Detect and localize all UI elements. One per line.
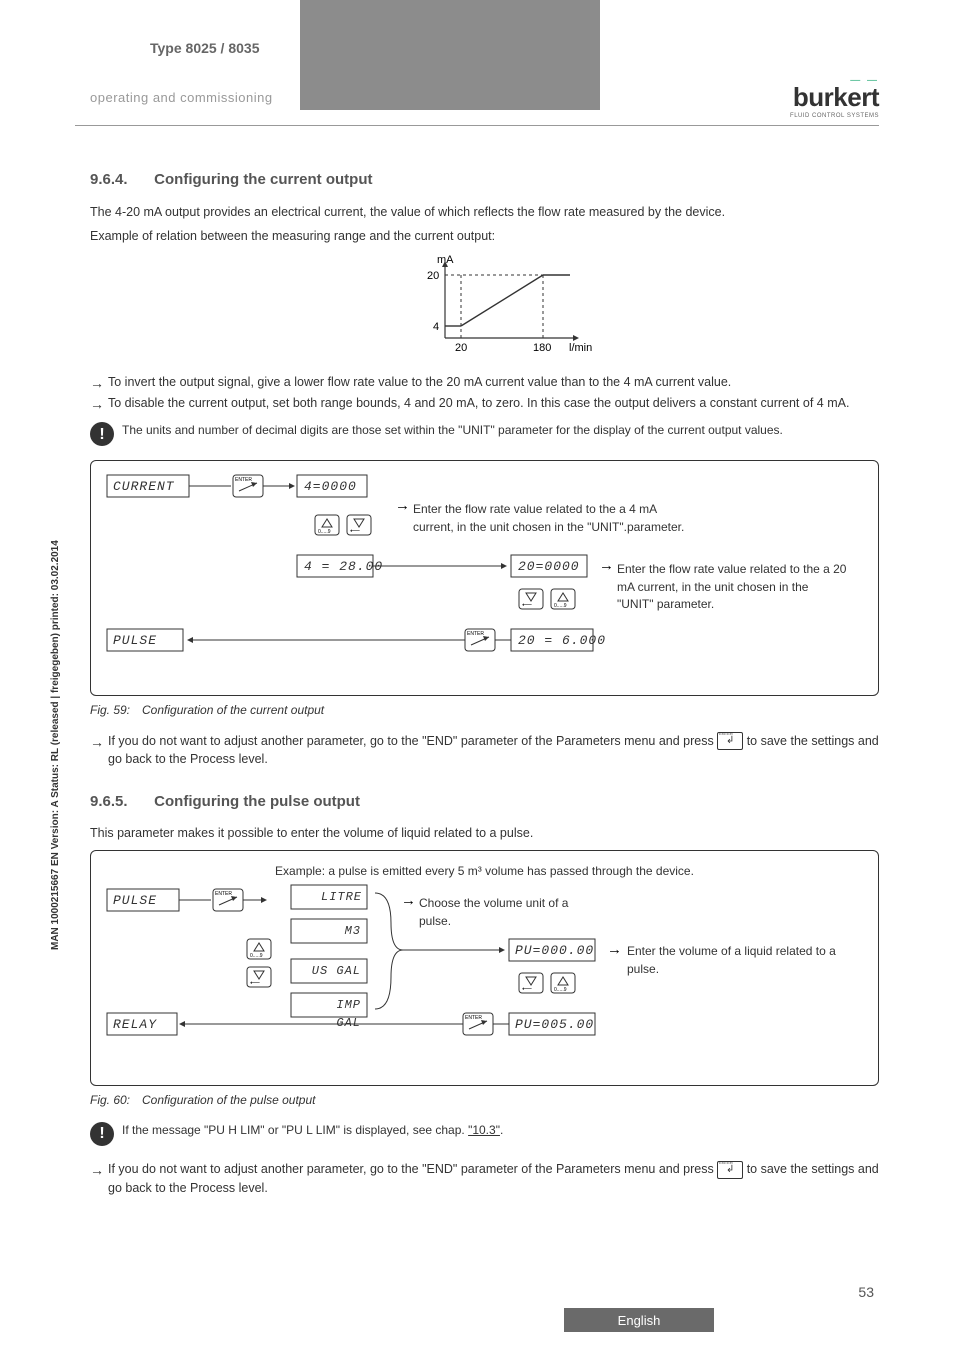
svg-text:→: → bbox=[607, 941, 622, 958]
fig59-flow-diagram: ENTER 0.....9 ⟵ → → bbox=[90, 460, 879, 696]
svg-text:⟵: ⟵ bbox=[522, 602, 532, 609]
fig60-unit-impgal: IMP GAL bbox=[305, 997, 361, 1032]
chap-10-3-link[interactable]: "10.3" bbox=[468, 1123, 500, 1137]
logo-text: burkert bbox=[790, 82, 879, 113]
svg-text:→: → bbox=[599, 557, 614, 574]
fig59-hint1: Enter the flow rate value related to the… bbox=[413, 501, 693, 536]
fig60-flow-diagram: Example: a pulse is emitted every 5 m³ v… bbox=[90, 850, 879, 1086]
fig59-20-6: 20 = 6.000 bbox=[518, 632, 606, 651]
type-title: Type 8025 / 8035 bbox=[150, 40, 259, 56]
svg-text:⟵: ⟵ bbox=[250, 980, 260, 987]
svg-text:0.....9: 0.....9 bbox=[554, 987, 567, 993]
fig59-hint2: Enter the flow rate value related to the… bbox=[617, 561, 847, 613]
header-subtitle: operating and commissioning bbox=[90, 90, 273, 105]
document-meta-sidebar: MAN 1000215667 EN Version: A Status: RL … bbox=[50, 540, 61, 950]
chart-ytick-20: 20 bbox=[427, 270, 439, 282]
fig60-pu-000: PU=000.00 bbox=[515, 942, 594, 961]
section-964-notice-text: The units and number of decimal digits a… bbox=[122, 422, 879, 439]
section-964-notice: ! The units and number of decimal digits… bbox=[90, 422, 879, 446]
language-tab: English bbox=[564, 1308, 714, 1332]
svg-text:ENTER: ENTER bbox=[467, 631, 484, 637]
attention-icon: ! bbox=[90, 422, 114, 446]
fig60-caption: Fig. 60: Configuration of the pulse outp… bbox=[90, 1092, 879, 1109]
attention-icon: ! bbox=[90, 1122, 114, 1146]
section-964-num: 9.6.4. bbox=[90, 169, 150, 191]
section-965-notice: ! If the message "PU H LIM" or "PU L LIM… bbox=[90, 1122, 879, 1146]
svg-text:→: → bbox=[395, 497, 410, 514]
page-header: Type 8025 / 8035 operating and commissio… bbox=[0, 30, 954, 110]
chart-x-label: l/min bbox=[569, 342, 592, 354]
fig59-pulse-label: PULSE bbox=[113, 632, 157, 651]
section-965-after: If you do not want to adjust another par… bbox=[90, 1160, 879, 1197]
section-964-after: If you do not want to adjust another par… bbox=[90, 732, 879, 769]
current-output-chart: mA 20 4 20 180 l/min bbox=[90, 253, 879, 363]
section-964-bullet1: To invert the output signal, give a lowe… bbox=[90, 373, 879, 391]
section-965-intro: This parameter makes it possible to ente… bbox=[90, 824, 879, 842]
svg-text:0.....9: 0.....9 bbox=[318, 529, 331, 535]
section-964-title: Configuring the current output bbox=[154, 171, 372, 188]
section-965-title: Configuring the pulse output bbox=[154, 793, 360, 810]
svg-text:0.....9: 0.....9 bbox=[554, 603, 567, 609]
svg-text:0.....9: 0.....9 bbox=[250, 953, 263, 959]
fig59-4-0000: 4=0000 bbox=[304, 478, 357, 497]
fig60-unit-litre: LITRE bbox=[321, 889, 361, 906]
page-content: 9.6.4. Configuring the current output Th… bbox=[90, 165, 879, 1290]
section-965-heading: 9.6.5. Configuring the pulse output bbox=[90, 791, 879, 813]
section-965-num: 9.6.5. bbox=[90, 791, 150, 813]
svg-text:ENTER: ENTER bbox=[465, 1015, 482, 1021]
svg-text:→: → bbox=[401, 892, 416, 909]
enter-key-icon: ↲ bbox=[717, 732, 743, 750]
chart-xtick-20: 20 bbox=[455, 342, 467, 354]
section-965-notice-text: If the message "PU H LIM" or "PU L LIM" … bbox=[122, 1122, 879, 1139]
section-964-heading: 9.6.4. Configuring the current output bbox=[90, 169, 879, 191]
header-divider bbox=[75, 125, 879, 126]
fig60-hint2: Enter the volume of a liquid related to … bbox=[627, 943, 837, 978]
svg-text:⟵: ⟵ bbox=[350, 528, 360, 535]
section-964-intro1: The 4-20 mA output provides an electrica… bbox=[90, 203, 879, 221]
fig60-pulse-label: PULSE bbox=[113, 892, 157, 911]
fig60-unit-usgal: US GAL bbox=[311, 963, 361, 980]
enter-key-icon: ↲ bbox=[717, 1161, 743, 1179]
fig59-current-label: CURRENT bbox=[113, 478, 175, 497]
svg-text:ENTER: ENTER bbox=[215, 891, 232, 897]
chart-ytick-4: 4 bbox=[433, 321, 439, 333]
brand-logo: — — burkert FLUID CONTROL SYSTEMS bbox=[790, 75, 879, 119]
fig60-hint1: Choose the volume unit of a pulse. bbox=[419, 895, 589, 930]
chart-svg: mA 20 4 20 180 l/min bbox=[375, 253, 595, 358]
fig59-4-28: 4 = 28.00 bbox=[304, 558, 383, 577]
section-964-bullet2: To disable the current output, set both … bbox=[90, 394, 879, 412]
chart-xtick-180: 180 bbox=[533, 342, 551, 354]
page-number: 53 bbox=[858, 1284, 874, 1300]
fig60-pu-005: PU=005.00 bbox=[515, 1016, 594, 1035]
svg-text:ENTER: ENTER bbox=[235, 477, 252, 483]
fig59-20-0000: 20=0000 bbox=[518, 558, 580, 577]
fig60-relay-label: RELAY bbox=[113, 1016, 157, 1035]
fig60-unit-m3: M3 bbox=[321, 923, 361, 940]
logo-tagline: FLUID CONTROL SYSTEMS bbox=[790, 113, 879, 119]
fig59-caption: Fig. 59: Configuration of the current ou… bbox=[90, 702, 879, 719]
section-964-intro2: Example of relation between the measurin… bbox=[90, 227, 879, 245]
svg-text:⟵: ⟵ bbox=[522, 986, 532, 993]
